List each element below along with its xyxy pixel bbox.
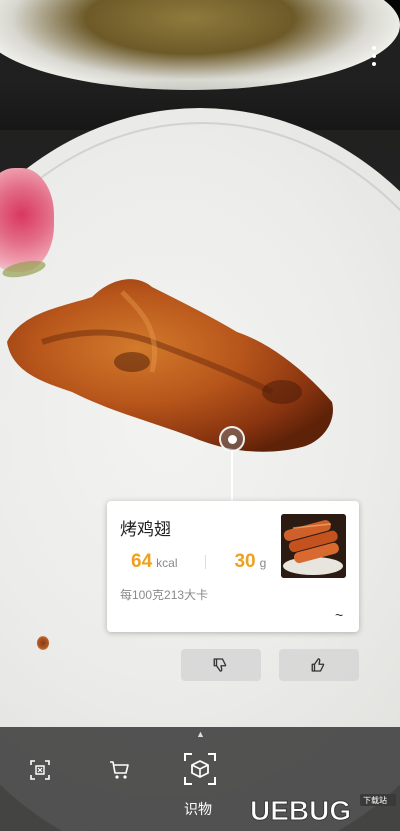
calories-value: 64 xyxy=(131,551,153,572)
per-100g-calories: 每100克213大卡 xyxy=(120,588,209,602)
weight-unit: g xyxy=(259,556,267,570)
weight-value: 30 xyxy=(234,551,256,572)
more-options-button[interactable] xyxy=(362,40,386,72)
divider xyxy=(205,555,207,569)
focus-marker[interactable] xyxy=(219,426,245,452)
thumbs-up-icon xyxy=(311,658,325,672)
collapse-caret-icon[interactable]: ▲ xyxy=(196,729,205,739)
dot xyxy=(372,46,376,50)
scan-translate-icon[interactable] xyxy=(28,758,52,782)
chicken-wing xyxy=(7,279,333,452)
dot xyxy=(372,54,376,58)
nutrition-summary: 64 kcal 30 g xyxy=(131,551,266,573)
watermark-text: UEBUG xyxy=(250,795,351,826)
thumbs-up-button[interactable] xyxy=(279,649,359,681)
object-recognition-icon[interactable] xyxy=(183,752,217,786)
watermark-badge: 下载站 xyxy=(363,795,387,805)
site-watermark-logo: UEBUG 下载站 xyxy=(250,794,396,827)
camera-viewfinder xyxy=(0,0,400,831)
food-thumbnail xyxy=(281,514,346,578)
food-name: 烤鸡翅 xyxy=(120,520,171,539)
thumbs-down-button[interactable] xyxy=(181,649,261,681)
shopping-cart-icon[interactable] xyxy=(108,758,132,782)
background-bowl xyxy=(0,0,400,90)
dot xyxy=(372,62,376,66)
expand-chevron-icon[interactable]: ~ xyxy=(335,607,343,623)
plate-rim xyxy=(0,122,400,831)
thumbs-down-icon xyxy=(213,658,227,672)
focus-connector-line xyxy=(231,451,233,501)
recognition-result-card[interactable]: 烤鸡翅 64 kcal 30 g 每100克213大卡 ~ xyxy=(107,501,359,632)
calories-unit: kcal xyxy=(156,556,178,570)
active-tab-label[interactable]: 识物 xyxy=(184,799,212,819)
food-crumb xyxy=(37,636,49,650)
